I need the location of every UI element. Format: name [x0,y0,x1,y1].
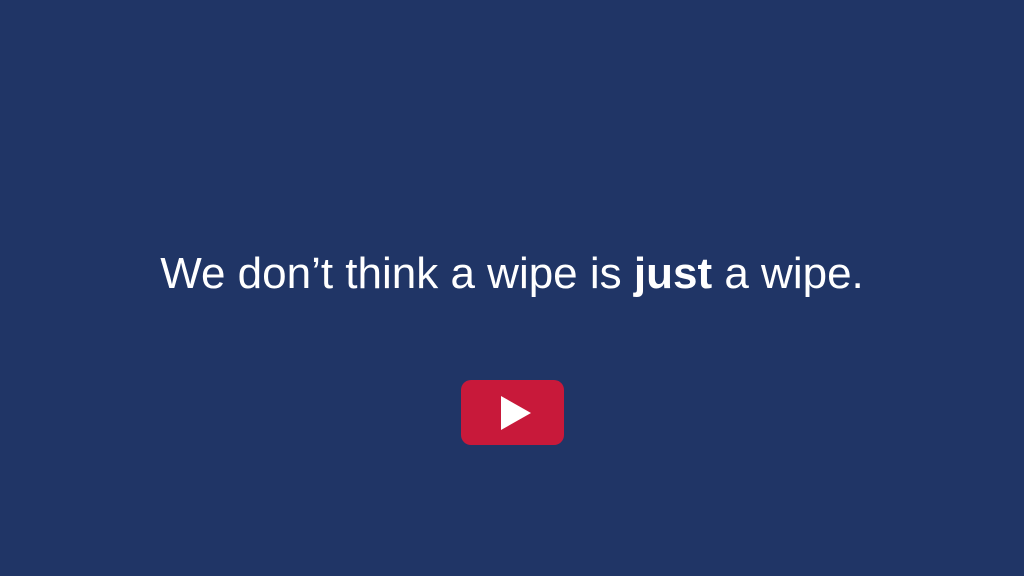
play-button[interactable] [461,380,564,445]
headline-text-end: a wipe. [712,249,864,298]
headline: We don’t think a wipe is just a wipe. [0,246,1024,302]
headline-text-start: We don’t think a wipe is [160,249,634,298]
play-icon [501,396,531,430]
headline-emphasis: just [633,249,713,298]
video-poster[interactable]: We don’t think a wipe is just a wipe. [0,0,1024,576]
